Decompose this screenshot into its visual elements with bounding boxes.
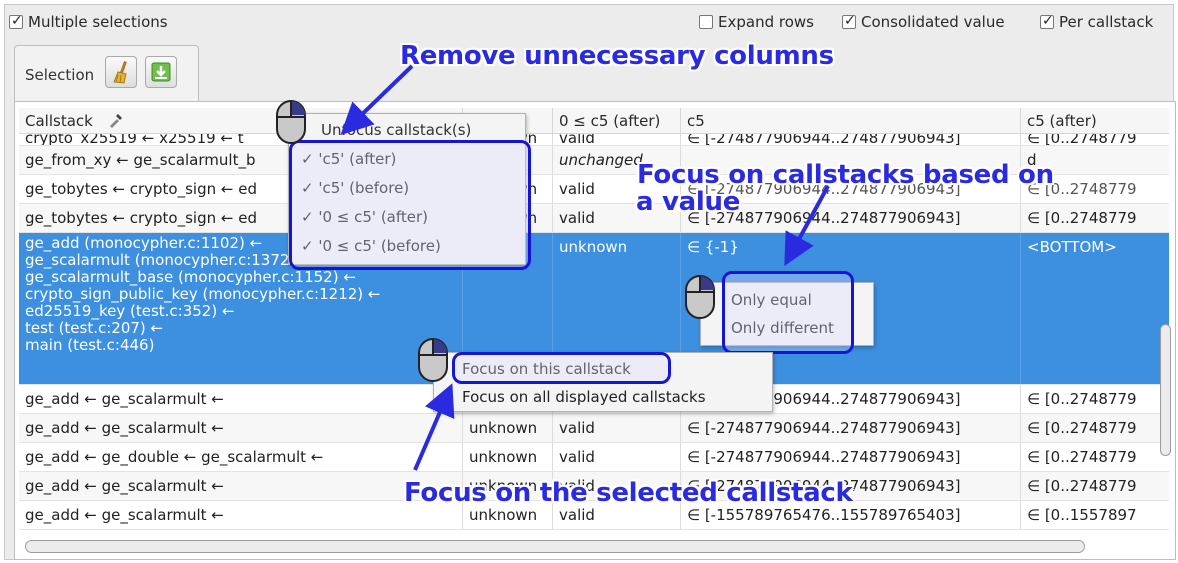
- expand-rows-label: Expand rows: [718, 13, 814, 31]
- value-cell: unknown: [463, 414, 553, 442]
- menu-item-0-le-c5-after[interactable]: ✓ '0 ≤ c5' (after): [289, 203, 428, 231]
- value-cell: valid: [553, 443, 681, 471]
- consolidated-value-checkbox[interactable]: Consolidated value: [842, 13, 1005, 31]
- value-cell: <BOTTOM>: [1027, 238, 1117, 256]
- value-cell: ∈ [0..2748779: [1027, 448, 1137, 466]
- mouse-right-click-icon: [685, 275, 715, 319]
- value-cell: valid: [553, 414, 681, 442]
- multiple-selections-checkbox[interactable]: Multiple selections: [9, 13, 168, 31]
- focus-this-callstack-item[interactable]: Focus on this callstack: [434, 355, 631, 383]
- value-cell: ∈ [-274877906944..274877906943]: [681, 414, 1021, 442]
- table-row[interactable]: ge_tobytes ← crypto_sign ← ed unknown va…: [19, 204, 1169, 233]
- table-row[interactable]: ge_add ← ge_double ← ge_scalarmult ← unk…: [19, 443, 1169, 472]
- value-cell: ∈ [0..2748779: [1027, 390, 1137, 408]
- check-icon: ✓: [301, 150, 314, 168]
- menu-item-c5-after[interactable]: ✓ 'c5' (after): [289, 145, 396, 173]
- value-cell: ∈ [-274877906944..274877906943]: [681, 443, 1021, 471]
- broom-icon: [113, 61, 127, 84]
- column-header-c5-after[interactable]: c5 (after): [1021, 108, 1169, 134]
- menu-item-c5-before[interactable]: ✓ 'c5' (before): [289, 174, 409, 202]
- multiple-selections-label: Multiple selections: [28, 13, 168, 31]
- per-callstack-checkbox[interactable]: Per callstack: [1040, 13, 1153, 31]
- value-cell: valid: [553, 134, 681, 145]
- callstack-cell: ge_add ← ge_scalarmult ←: [19, 385, 463, 413]
- value-context-menu: Only equal Only different: [700, 282, 874, 346]
- callstack-cell: ge_add ← ge_scalarmult ←: [19, 414, 463, 442]
- value-cell: ∈ [0..2748779: [1027, 134, 1137, 145]
- unfocus-callstacks-item[interactable]: Unfocus callstack(s): [289, 116, 471, 144]
- clear-selection-button[interactable]: [105, 56, 137, 88]
- table-row[interactable]: ge_add ← ge_scalarmult ← unknown valid ∈…: [19, 414, 1169, 443]
- callstack-cell: ge_add ← ge_double ← ge_scalarmult ←: [19, 443, 463, 471]
- callstack-cell: ge_add ← ge_scalarmult ←: [19, 501, 463, 529]
- check-icon: ✓: [301, 179, 314, 197]
- selection-tab-label: Selection: [25, 66, 95, 84]
- column-header-c5[interactable]: c5: [681, 108, 1021, 134]
- per-callstack-label: Per callstack: [1059, 13, 1154, 31]
- checkbox-checked-icon: [1040, 13, 1054, 29]
- checkbox-checked-icon: [9, 13, 23, 29]
- column-header-0-le-c5-after[interactable]: 0 ≤ c5 (after): [553, 108, 681, 134]
- consolidated-value-label: Consolidated value: [861, 13, 1005, 31]
- horizontal-scrollbar[interactable]: [25, 540, 1085, 553]
- annotation-focus-value-line1: Focus on callstacks based on: [637, 160, 1054, 190]
- mouse-right-click-icon: [418, 338, 448, 382]
- value-cell: ∈ [0..2748779: [1027, 209, 1137, 227]
- vertical-scroll-thumb[interactable]: [1160, 324, 1171, 456]
- only-different-item[interactable]: Only different: [701, 314, 834, 342]
- callstack-cell: ge_add ← ge_scalarmult ←: [19, 472, 463, 500]
- expand-rows-checkbox[interactable]: Expand rows: [699, 13, 814, 31]
- value-cell: ∈ [-274877906944..274877906943]: [681, 134, 1021, 145]
- checkbox-unchecked-icon: [699, 15, 713, 29]
- column-context-menu: Unfocus callstack(s) ✓ 'c5' (after) ✓ 'c…: [288, 113, 526, 265]
- only-equal-item[interactable]: Only equal: [701, 286, 812, 314]
- value-cell: ∈ [0..2748779: [1027, 419, 1137, 437]
- selection-tab[interactable]: Selection: [14, 45, 199, 101]
- check-icon: ✓: [301, 208, 314, 226]
- value-cell: ∈ [0..1557897: [1027, 506, 1137, 524]
- eyedropper-icon[interactable]: [108, 112, 124, 128]
- download-icon: [151, 62, 171, 82]
- focus-all-callstacks-item[interactable]: Focus on all displayed callstacks: [434, 383, 706, 411]
- annotation-remove-columns: Remove unnecessary columns: [400, 41, 834, 71]
- vertical-scrollbar[interactable]: [1159, 110, 1171, 535]
- export-selection-button[interactable]: [145, 56, 177, 88]
- value-cell: ∈ [0..2748779: [1027, 477, 1137, 495]
- checkbox-checked-icon: [842, 13, 856, 29]
- value-cell: unknown: [463, 443, 553, 471]
- callstack-context-menu: Focus on this callstack Focus on all dis…: [433, 352, 773, 412]
- mouse-right-click-icon: [276, 100, 306, 144]
- annotation-focus-selected: Focus on the selected callstack: [404, 478, 853, 508]
- values-panel: Multiple selections Expand rows Consolid…: [4, 4, 1176, 560]
- menu-item-0-le-c5-before[interactable]: ✓ '0 ≤ c5' (before): [289, 232, 441, 260]
- table-header: Callstack 0 ≤ c5 0 ≤ c5 (after) c5 c5 (a…: [19, 108, 1169, 134]
- check-icon: ✓: [301, 237, 314, 255]
- table-row[interactable]: crypto_x25519 ← x25519 ← t unknown valid…: [19, 134, 1169, 146]
- annotation-focus-value-line2: a value: [636, 187, 741, 217]
